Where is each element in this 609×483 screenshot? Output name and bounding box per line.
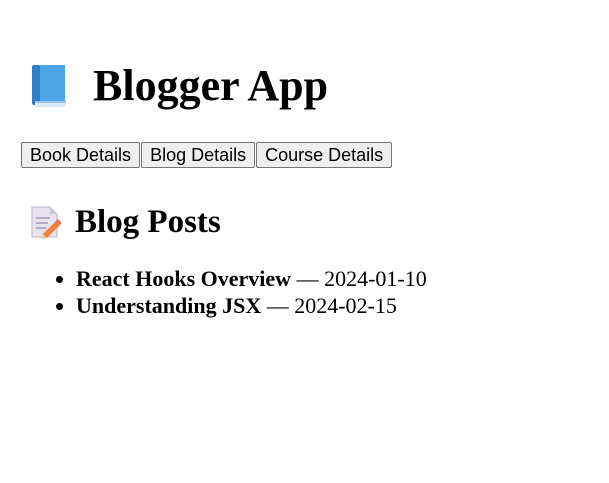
post-date: 2024-02-15 [294, 293, 397, 318]
list-item: React Hooks Overview — 2024-01-10 [76, 265, 427, 292]
post-date: 2024-01-10 [324, 266, 427, 291]
book-details-button[interactable]: Book Details [21, 142, 141, 168]
blog-details-button[interactable]: Blog Details [141, 142, 256, 168]
page-title: Blogger App [29, 58, 328, 114]
section-title: Blog Posts [29, 200, 221, 244]
course-details-button[interactable]: Course Details [256, 142, 393, 168]
post-title: React Hooks Overview [76, 266, 292, 291]
section-title-text: Blog Posts [75, 204, 221, 240]
memo-icon [29, 204, 61, 240]
list-item: Understanding JSX — 2024-02-15 [76, 292, 427, 319]
app-title-text: Blogger App [93, 61, 329, 110]
post-separator: — [266, 293, 289, 318]
blog-post-list: React Hooks Overview — 2024-01-10 Unders… [21, 265, 427, 319]
blue-book-icon [29, 63, 69, 109]
nav-button-group: Book Details Blog Details Course Details [21, 142, 393, 168]
post-title: Understanding JSX [76, 293, 262, 318]
post-separator: — [296, 266, 319, 291]
